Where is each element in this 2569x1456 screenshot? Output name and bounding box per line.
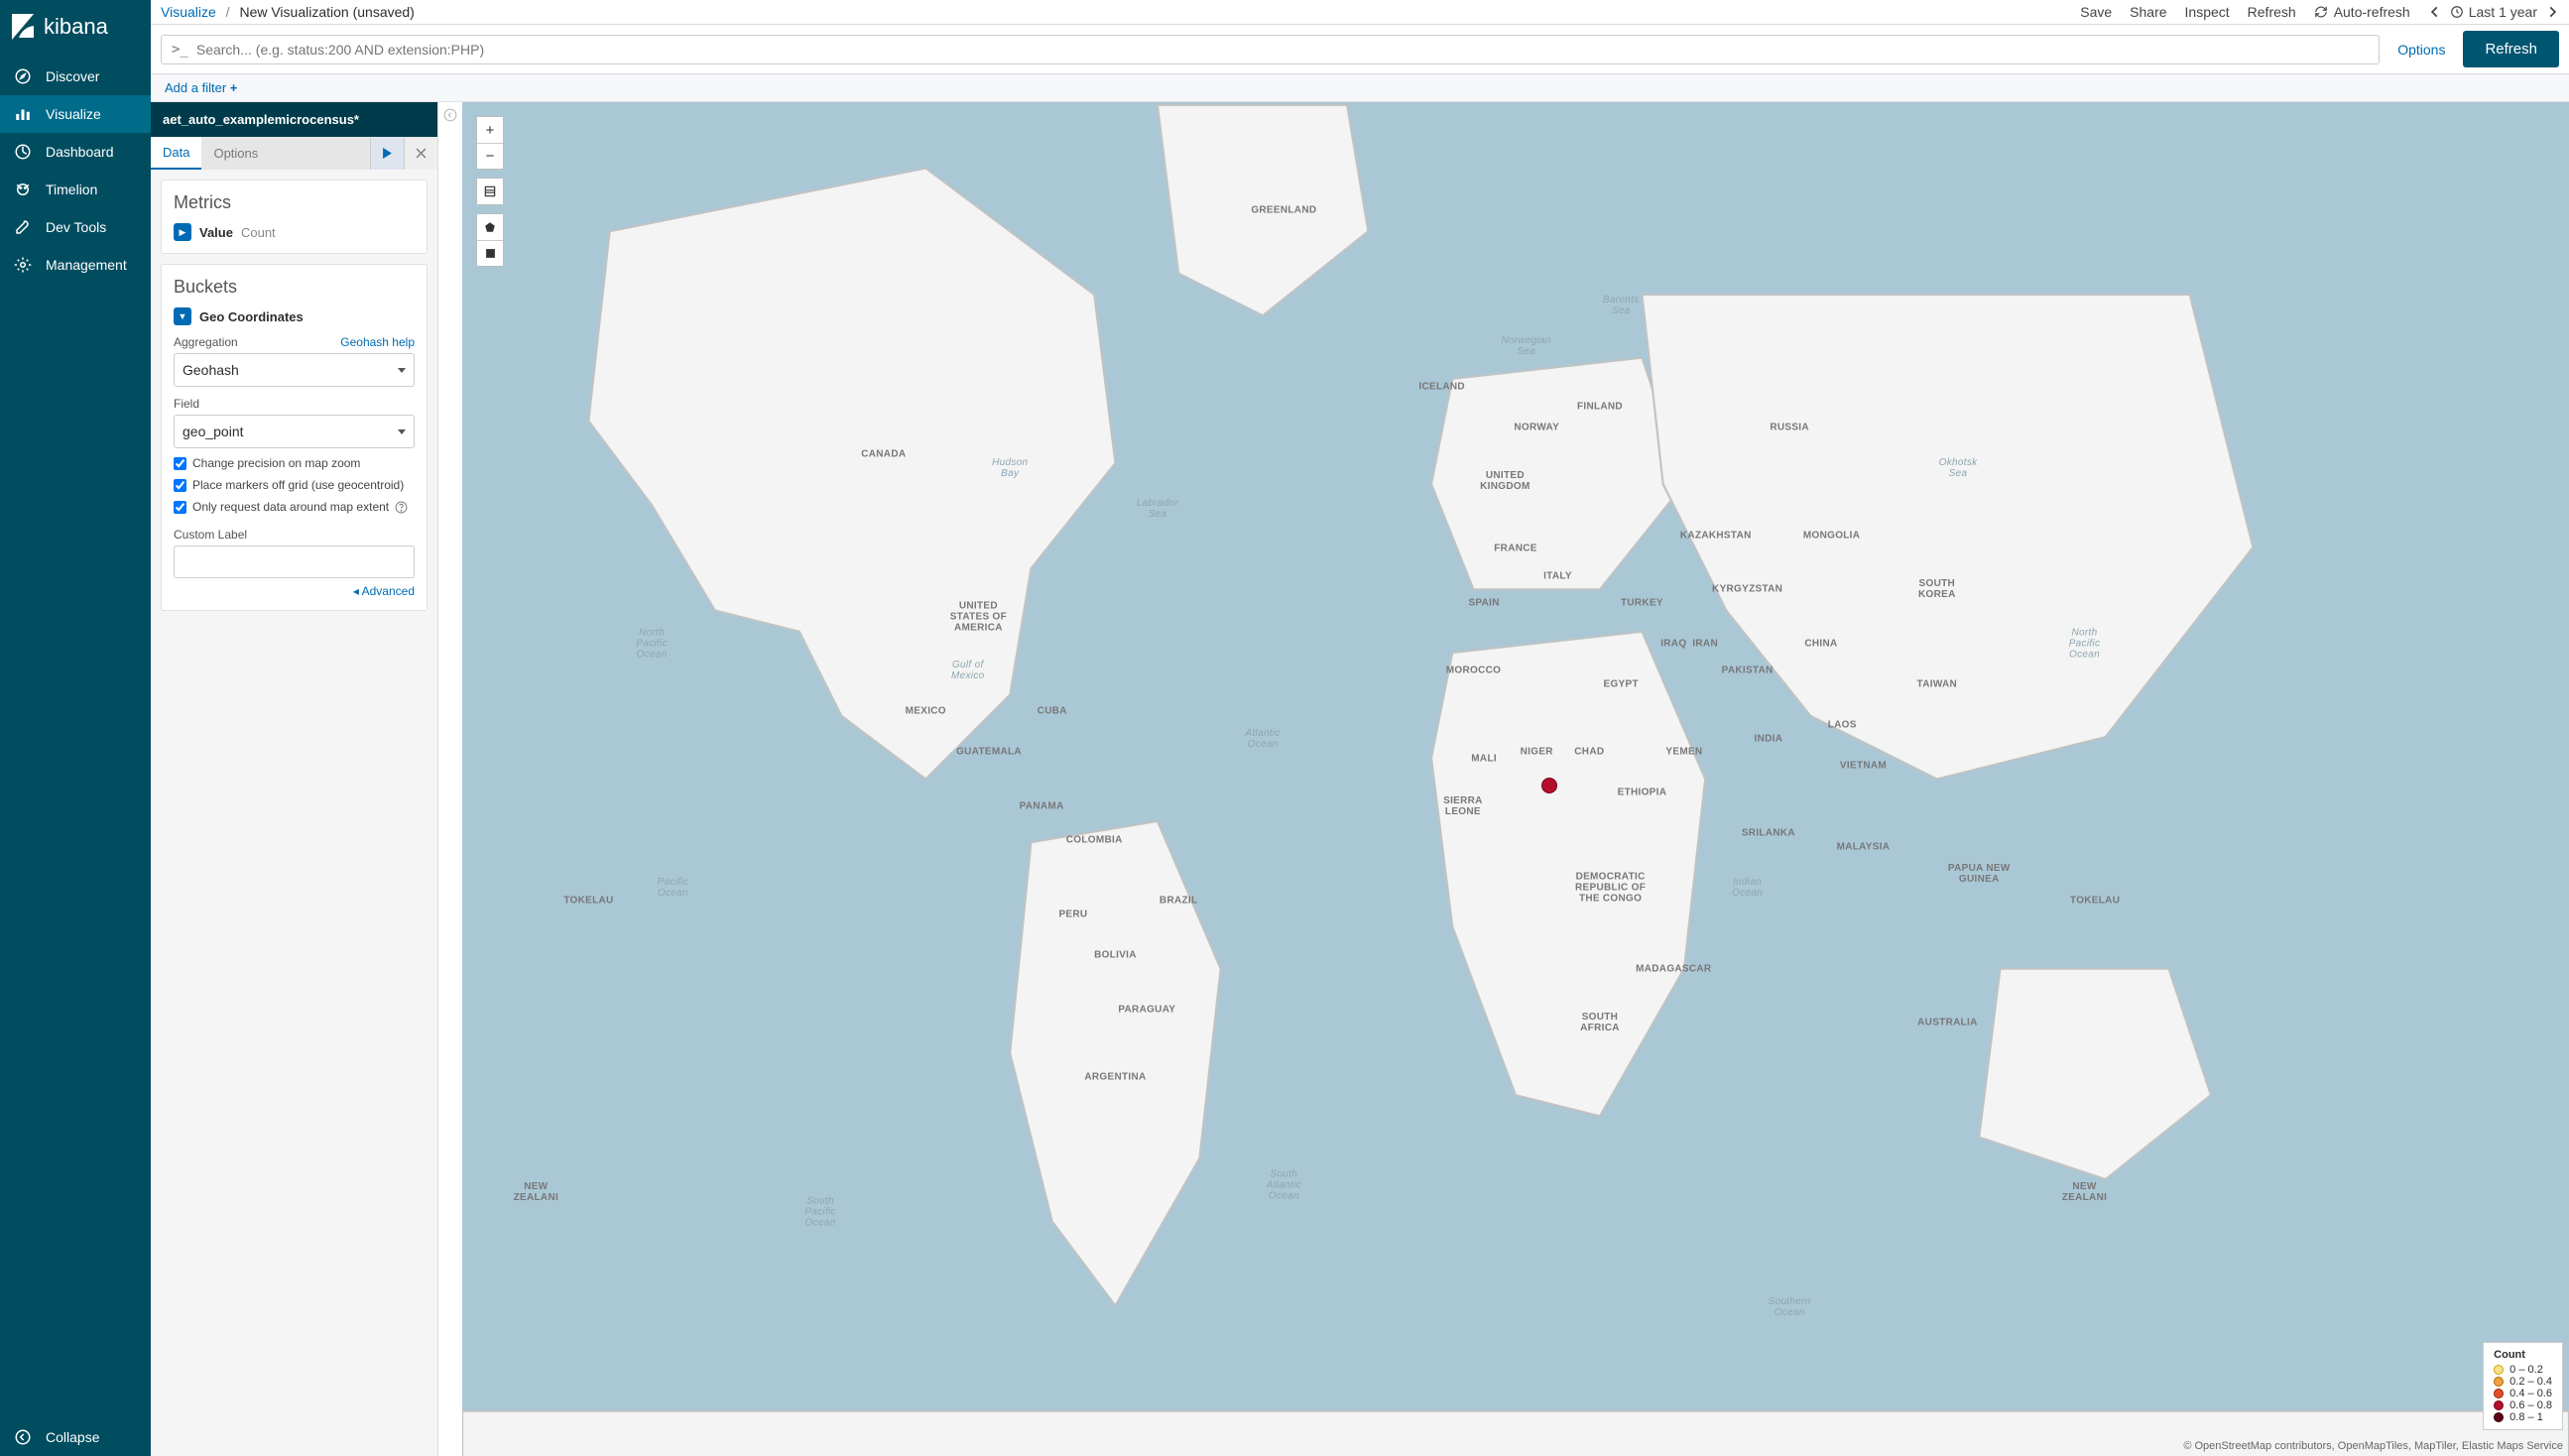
help-icon[interactable] <box>395 501 408 514</box>
search-input[interactable] <box>196 42 2369 58</box>
nav-label: Management <box>46 257 127 273</box>
map-visualization[interactable]: GREENLANDICELANDNORWAYFINLANDRUSSIAUNITE… <box>462 102 2569 1456</box>
zoom-out-button[interactable]: − <box>477 143 503 169</box>
zoom-in-button[interactable]: + <box>477 117 503 143</box>
sidebar-item-timelion[interactable]: Timelion <box>0 171 151 208</box>
draw-rectangle-button[interactable] <box>477 240 503 266</box>
kibana-logo: kibana <box>0 0 151 58</box>
toggle-icon: ▼ <box>174 307 191 325</box>
legend-row: 0.6 – 0.8 <box>2494 1399 2552 1411</box>
discard-changes-button[interactable] <box>404 138 437 170</box>
legend-row: 0.2 – 0.4 <box>2494 1376 2552 1388</box>
bucket-label: Geo Coordinates <box>199 309 304 324</box>
inspect-button[interactable]: Inspect <box>2185 4 2230 20</box>
add-filter[interactable]: Add a filter + <box>165 80 237 95</box>
nav-label: Timelion <box>46 182 97 197</box>
index-pattern-title: aet_auto_examplemicrocensus* <box>151 102 437 137</box>
sidebar-item-management[interactable]: Management <box>0 246 151 284</box>
checkbox-input[interactable] <box>174 501 186 514</box>
clock-icon <box>2450 5 2464 19</box>
nav-label: Visualize <box>46 106 101 122</box>
sidebar-item-dashboard[interactable]: Dashboard <box>0 133 151 171</box>
checkbox-mapextent[interactable]: Only request data around map extent <box>174 500 415 514</box>
advanced-label: Advanced <box>362 584 415 598</box>
autorefresh-button[interactable]: Auto-refresh <box>2314 4 2410 20</box>
apply-changes-button[interactable] <box>370 138 404 170</box>
time-prev-icon[interactable] <box>2428 5 2442 19</box>
nav-label: Discover <box>46 68 99 84</box>
prompt-icon: >_ <box>172 42 188 58</box>
time-next-icon[interactable] <box>2545 5 2559 19</box>
checkbox-label: Change precision on map zoom <box>192 456 360 470</box>
aggregation-select[interactable]: Geohash <box>174 353 415 387</box>
metric-row[interactable]: ▶ Value Count <box>174 223 415 241</box>
collapse-label: Collapse <box>46 1429 99 1445</box>
add-filter-label: Add a filter <box>165 80 226 95</box>
sidebar-item-visualize[interactable]: Visualize <box>0 95 151 133</box>
map-legend: Count 0 – 0.20.2 – 0.40.4 – 0.60.6 – 0.8… <box>2483 1342 2563 1430</box>
checkbox-precision[interactable]: Change precision on map zoom <box>174 456 415 470</box>
save-button[interactable]: Save <box>2080 4 2112 20</box>
legend-row: 0 – 0.2 <box>2494 1364 2552 1376</box>
fit-bounds-button[interactable] <box>477 179 503 204</box>
metric-label: Value <box>199 225 233 240</box>
breadcrumb-current: New Visualization (unsaved) <box>239 4 414 20</box>
custom-label-input[interactable] <box>174 546 415 578</box>
geohash-help[interactable]: Geohash help <box>340 335 415 349</box>
metric-value: Count <box>241 225 276 240</box>
search-options[interactable]: Options <box>2397 42 2445 58</box>
map-data-point <box>1541 778 1557 793</box>
sidebar: kibana Discover Visualize Dashboard Time… <box>0 0 151 1456</box>
nav-label: Dev Tools <box>46 219 106 235</box>
config-panel: aet_auto_examplemicrocensus* Data Option… <box>151 102 438 1456</box>
checkbox-geocentroid[interactable]: Place markers off grid (use geocentroid) <box>174 478 415 492</box>
legend-title: Count <box>2494 1349 2552 1361</box>
nav-label: Dashboard <box>46 144 114 160</box>
metrics-heading: Metrics <box>174 192 415 213</box>
aggregation-value: Geohash <box>183 362 239 378</box>
sidebar-collapse[interactable]: Collapse <box>0 1418 151 1456</box>
checkbox-label: Place markers off grid (use geocentroid) <box>192 478 404 492</box>
tab-data[interactable]: Data <box>151 137 201 170</box>
panel-collapse-toggle[interactable] <box>438 102 462 1456</box>
filter-bar: Add a filter + <box>151 74 2569 102</box>
sidebar-item-discover[interactable]: Discover <box>0 58 151 95</box>
buckets-heading: Buckets <box>174 277 415 298</box>
field-select[interactable]: geo_point <box>174 415 415 448</box>
time-label: Last 1 year <box>2469 4 2537 20</box>
world-map-svg <box>462 102 2569 1456</box>
legend-row: 0.8 – 1 <box>2494 1411 2552 1423</box>
advanced-toggle[interactable]: ◂ Advanced <box>174 584 415 598</box>
field-label: Field <box>174 397 199 411</box>
map-attribution: © OpenStreetMap contributors, OpenMapTil… <box>2183 1440 2563 1452</box>
caret-down-icon <box>398 368 406 373</box>
buckets-card: Buckets ▼ Geo Coordinates Aggregation Ge… <box>161 264 428 611</box>
topbar: Visualize / New Visualization (unsaved) … <box>151 0 2569 25</box>
tab-options[interactable]: Options <box>201 138 270 169</box>
breadcrumb: Visualize / New Visualization (unsaved) <box>161 4 415 20</box>
draw-polygon-button[interactable] <box>477 214 503 240</box>
metrics-card: Metrics ▶ Value Count <box>161 180 428 254</box>
custom-label-label: Custom Label <box>174 528 247 542</box>
sidebar-item-devtools[interactable]: Dev Tools <box>0 208 151 246</box>
breadcrumb-root[interactable]: Visualize <box>161 4 216 20</box>
toggle-icon: ▶ <box>174 223 191 241</box>
map-controls: + − <box>476 116 504 267</box>
autorefresh-label: Auto-refresh <box>2334 4 2410 20</box>
refresh-link[interactable]: Refresh <box>2248 4 2296 20</box>
refresh-button[interactable]: Refresh <box>2463 31 2559 67</box>
field-value: geo_point <box>183 424 244 439</box>
bucket-row[interactable]: ▼ Geo Coordinates <box>174 307 415 325</box>
checkbox-input[interactable] <box>174 457 186 470</box>
app-name: kibana <box>44 14 108 40</box>
checkbox-label: Only request data around map extent <box>192 500 389 514</box>
aggregation-label: Aggregation <box>174 335 238 349</box>
caret-down-icon <box>398 429 406 434</box>
search-box[interactable]: >_ <box>161 35 2380 64</box>
share-button[interactable]: Share <box>2130 4 2166 20</box>
checkbox-input[interactable] <box>174 479 186 492</box>
plus-icon: + <box>230 80 238 95</box>
legend-row: 0.4 – 0.6 <box>2494 1388 2552 1399</box>
time-picker[interactable]: Last 1 year <box>2450 4 2537 20</box>
